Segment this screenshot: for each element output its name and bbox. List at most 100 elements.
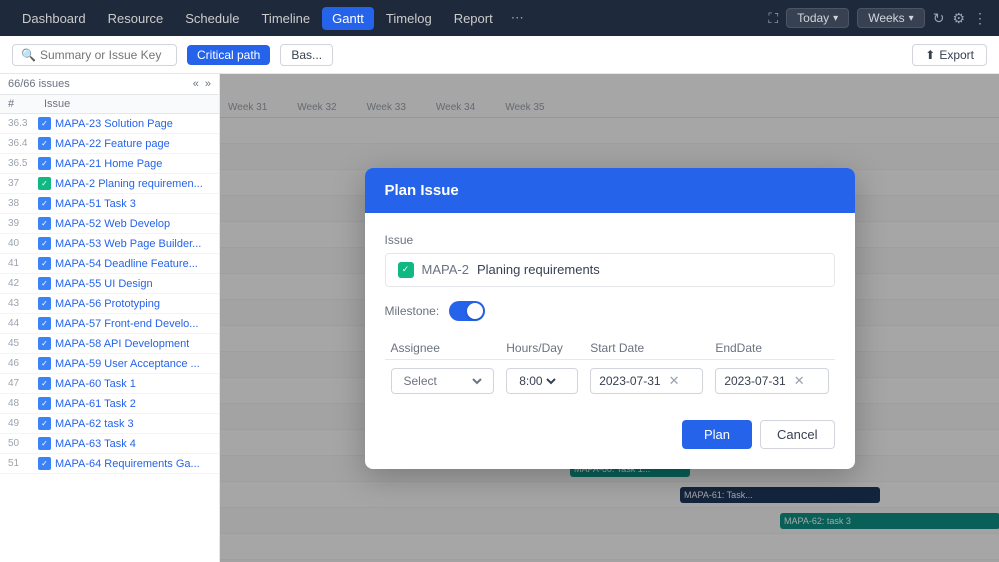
sidebar-row[interactable]: 36.5 ✓ MAPA-21 Home Page	[0, 154, 219, 174]
sidebar-next-icon[interactable]: »	[205, 78, 211, 90]
modal-backdrop[interactable]: Plan Issue Issue ✓ MAPA-2 Planing requir…	[220, 74, 999, 562]
modal-header: Plan Issue	[365, 168, 855, 213]
col-assignee: Assignee	[385, 337, 501, 360]
today-button[interactable]: Today ▾	[786, 8, 849, 28]
start-date-value: 2023-07-31	[599, 374, 660, 388]
sidebar-rows: 36.3 ✓ MAPA-23 Solution Page 36.4 ✓ MAPA…	[0, 114, 219, 474]
nav-item-timelog[interactable]: Timelog	[376, 7, 442, 30]
sidebar-row[interactable]: 49 ✓ MAPA-62 task 3	[0, 414, 219, 434]
col-issue: Issue	[36, 95, 78, 113]
sidebar-prev-icon[interactable]: «	[193, 78, 199, 90]
issue-icon: ✓	[38, 117, 51, 130]
row-number: 40	[8, 238, 38, 249]
search-input-wrapper[interactable]: 🔍	[12, 44, 177, 66]
baseline-button[interactable]: Bas...	[280, 44, 333, 66]
start-date-field[interactable]: 2023-07-31 ✕	[590, 368, 703, 394]
end-date-clear-icon[interactable]: ✕	[794, 373, 805, 389]
sidebar-issues-count: 66/66 issues	[8, 78, 70, 90]
hours-dropdown[interactable]: 8:00	[515, 373, 559, 389]
plan-button[interactable]: Plan	[682, 420, 752, 449]
sidebar-row[interactable]: 46 ✓ MAPA-59 User Acceptance ...	[0, 354, 219, 374]
row-number: 39	[8, 218, 38, 229]
issue-icon: ✓	[38, 137, 51, 150]
issue-icon: ✓	[38, 317, 51, 330]
issue-key: MAPA-63 Task 4	[55, 438, 136, 450]
cancel-button[interactable]: Cancel	[760, 420, 834, 449]
nav-item-resource[interactable]: Resource	[98, 7, 174, 30]
issue-icon: ✓	[38, 217, 51, 230]
issue-icon: ✓	[38, 197, 51, 210]
row-number: 51	[8, 458, 38, 469]
issue-icon: ✓	[38, 157, 51, 170]
modal-footer: Plan Cancel	[385, 420, 835, 449]
milestone-row: Milestone:	[385, 301, 835, 321]
sidebar-row[interactable]: 36.4 ✓ MAPA-22 Feature page	[0, 134, 219, 154]
nav-item-dashboard[interactable]: Dashboard	[12, 7, 96, 30]
sidebar-row[interactable]: 48 ✓ MAPA-61 Task 2	[0, 394, 219, 414]
hours-select[interactable]: 8:00	[506, 368, 578, 394]
assignee-select[interactable]: Select	[391, 368, 495, 394]
sidebar-row[interactable]: 40 ✓ MAPA-53 Web Page Builder...	[0, 234, 219, 254]
assignee-dropdown[interactable]: Select	[400, 373, 486, 389]
row-number: 44	[8, 318, 38, 329]
gantt-area: Week 31Week 32Week 33Week 34Week 35 MAPA…	[220, 74, 999, 562]
sidebar-row[interactable]: 43 ✓ MAPA-56 Prototyping	[0, 294, 219, 314]
nav-item-report[interactable]: Report	[444, 7, 503, 30]
sidebar-row[interactable]: 47 ✓ MAPA-60 Task 1	[0, 374, 219, 394]
issue-key: MAPA-53 Web Page Builder...	[55, 238, 201, 250]
topnav-more-icon[interactable]: ⋮	[973, 10, 987, 27]
export-button[interactable]: ⬆ Export	[912, 44, 987, 66]
issue-icon: ✓	[38, 257, 51, 270]
row-number: 38	[8, 198, 38, 209]
issue-key: MAPA-52 Web Develop	[55, 218, 170, 230]
search-input[interactable]	[40, 48, 168, 62]
issue-key: MAPA-60 Task 1	[55, 378, 136, 390]
row-number: 47	[8, 378, 38, 389]
expand-icon[interactable]: ⛶	[768, 10, 778, 27]
refresh-icon[interactable]: ↻	[933, 10, 945, 27]
critical-path-button[interactable]: Critical path	[187, 45, 270, 65]
issue-icon: ✓	[38, 397, 51, 410]
settings-icon[interactable]: ⚙	[952, 10, 965, 27]
issue-key: MAPA-2 Planing requiremen...	[55, 178, 203, 190]
start-date-clear-icon[interactable]: ✕	[669, 373, 680, 389]
sidebar-row[interactable]: 42 ✓ MAPA-55 UI Design	[0, 274, 219, 294]
sidebar-row[interactable]: 41 ✓ MAPA-54 Deadline Feature...	[0, 254, 219, 274]
end-date-field[interactable]: 2023-07-31 ✕	[715, 368, 828, 394]
end-date-value: 2023-07-31	[724, 374, 785, 388]
col-number: #	[0, 95, 36, 113]
milestone-toggle[interactable]	[449, 301, 485, 321]
nav-more-icon[interactable]: ⋯	[505, 6, 530, 30]
issue-icon: ✓	[38, 277, 51, 290]
row-number: 36.5	[8, 158, 38, 169]
sidebar-row[interactable]: 50 ✓ MAPA-63 Task 4	[0, 434, 219, 454]
sidebar-row[interactable]: 37 ✓ MAPA-2 Planing requiremen...	[0, 174, 219, 194]
weeks-button[interactable]: Weeks ▾	[857, 8, 925, 28]
issue-icon: ✓	[38, 337, 51, 350]
modal-issue-name: Planing requirements	[477, 262, 600, 277]
modal-issue-row: ✓ MAPA-2 Planing requirements	[385, 253, 835, 287]
row-number: 48	[8, 398, 38, 409]
issue-key: MAPA-54 Deadline Feature...	[55, 258, 198, 270]
issue-key: MAPA-57 Front-end Develo...	[55, 318, 198, 330]
issue-key: MAPA-56 Prototyping	[55, 298, 160, 310]
modal-body: Issue ✓ MAPA-2 Planing requirements Mile…	[365, 213, 855, 469]
nav-item-gantt[interactable]: Gantt	[322, 7, 374, 30]
topnav-right: ⛶ Today ▾ Weeks ▾ ↻ ⚙ ⋮	[768, 8, 987, 28]
issue-type-icon: ✓	[398, 262, 414, 278]
nav-item-timeline[interactable]: Timeline	[251, 7, 320, 30]
sidebar-row[interactable]: 36.3 ✓ MAPA-23 Solution Page	[0, 114, 219, 134]
row-number: 41	[8, 258, 38, 269]
sidebar-row[interactable]: 39 ✓ MAPA-52 Web Develop	[0, 214, 219, 234]
plan-table: Assignee Hours/Day Start Date EndDate	[385, 337, 835, 402]
issue-icon: ✓	[38, 237, 51, 250]
row-number: 50	[8, 438, 38, 449]
nav-item-schedule[interactable]: Schedule	[175, 7, 249, 30]
sidebar-row[interactable]: 44 ✓ MAPA-57 Front-end Develo...	[0, 314, 219, 334]
sidebar-row[interactable]: 38 ✓ MAPA-51 Task 3	[0, 194, 219, 214]
sidebar-row[interactable]: 45 ✓ MAPA-58 API Development	[0, 334, 219, 354]
row-number: 36.3	[8, 118, 38, 129]
issue-icon: ✓	[38, 417, 51, 430]
sidebar-row[interactable]: 51 ✓ MAPA-64 Requirements Ga...	[0, 454, 219, 474]
issue-key: MAPA-61 Task 2	[55, 398, 136, 410]
